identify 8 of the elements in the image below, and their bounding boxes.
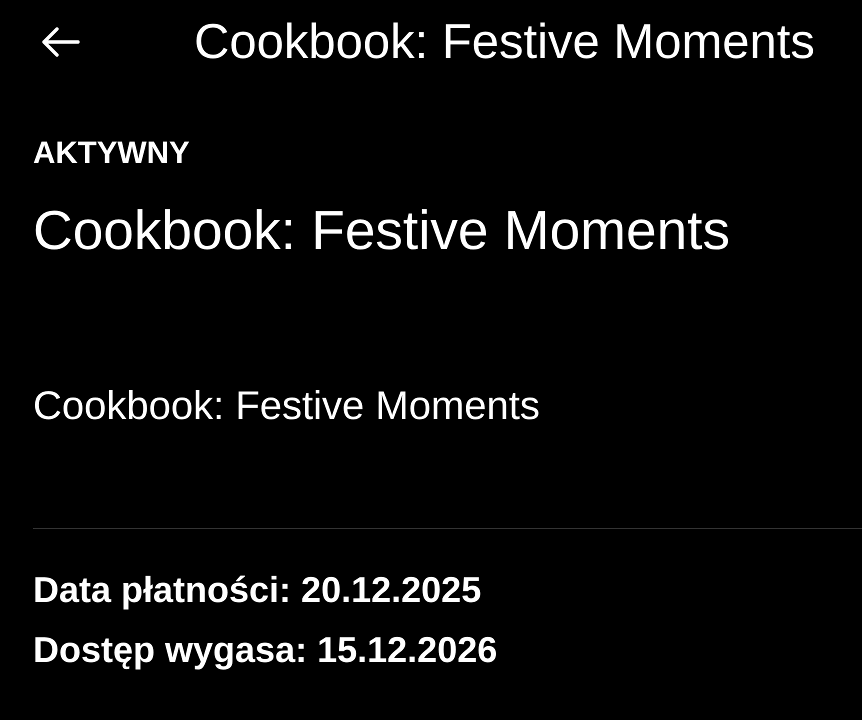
- item-title: Cookbook: Festive Moments: [33, 198, 730, 264]
- detail-text: Dostęp wygasa: 15.12.2026: [33, 628, 498, 672]
- item-description: Cookbook: Festive Moments: [33, 383, 540, 430]
- back-button[interactable]: [40, 26, 80, 58]
- screen-title: Cookbook: Festive Moments: [194, 14, 815, 71]
- arrow-left-icon: [40, 26, 80, 58]
- detail-text: Data płatności: 20.12.2025: [33, 568, 482, 612]
- status-label: AKTYWNY: [33, 134, 190, 172]
